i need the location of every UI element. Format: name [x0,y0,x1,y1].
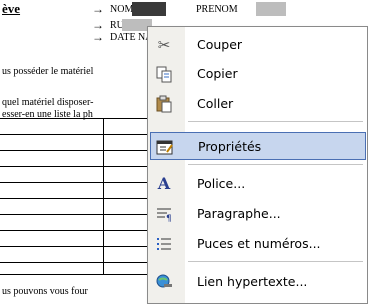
table-line [0,134,150,135]
doc-heading: ève [2,1,21,16]
field-prenom-value[interactable] [256,2,286,16]
scissors-icon: ✂ [157,36,171,54]
paste-icon [154,95,174,113]
field-nom-value[interactable] [132,2,166,16]
table-line [0,230,150,231]
properties-icon [155,138,175,156]
menu-item-label: Couper [197,37,243,52]
menu-item-label: Lien hypertexte... [197,274,308,289]
menu-item-proprietes[interactable]: Propriétés [150,132,366,160]
table-line [0,198,150,199]
menu-item-label: Puces et numéros... [197,236,321,251]
field-prenom-label: PRENOM [196,4,238,15]
table-column-line [103,118,104,274]
menu-item-puces[interactable]: Puces et numéros... [150,230,366,258]
body-line-bottom: us pouvons vous four [2,286,88,297]
menu-item-lien-hypertexte[interactable]: Lien hypertexte... [150,268,366,296]
table-line [0,214,150,215]
menu-item-couper[interactable]: ✂ Couper [150,31,366,59]
table-line [0,150,150,151]
arrow-date: → [92,30,104,44]
menu-item-police[interactable]: A Police... [150,170,366,198]
hyperlink-icon [154,273,174,291]
menu-separator [188,121,363,122]
menu-item-label: Propriétés [198,139,262,154]
menu-separator [188,261,363,262]
table-line [0,182,150,183]
font-icon: A [157,174,171,193]
table-line [0,246,150,247]
menu-item-paragraphe[interactable]: ¶ Paragraphe... [150,200,366,228]
paragraph-icon: ¶ [154,205,174,224]
menu-separator [188,164,363,165]
table-line [0,166,150,167]
svg-text:¶: ¶ [166,214,172,223]
copy-icon [154,65,174,83]
menu-item-label: Police... [197,176,246,191]
menu-item-label: Copier [197,66,238,81]
table-line [0,118,150,119]
table-line [0,262,150,263]
context-menu: ✂ Couper Copier Coller Propriétés A Poli… [147,26,368,304]
field-nom-label: NOM [110,4,134,15]
menu-item-copier[interactable]: Copier [150,60,366,88]
table-line [0,274,150,275]
arrow-nom: → [92,2,104,16]
bullets-icon [154,235,174,253]
menu-item-label: Paragraphe... [197,206,281,221]
body-line-2: quel matériel disposer- [2,97,94,108]
menu-item-coller[interactable]: Coller [150,90,366,118]
body-line-1: us posséder le matériel [2,66,94,77]
menu-item-label: Coller [197,96,234,111]
